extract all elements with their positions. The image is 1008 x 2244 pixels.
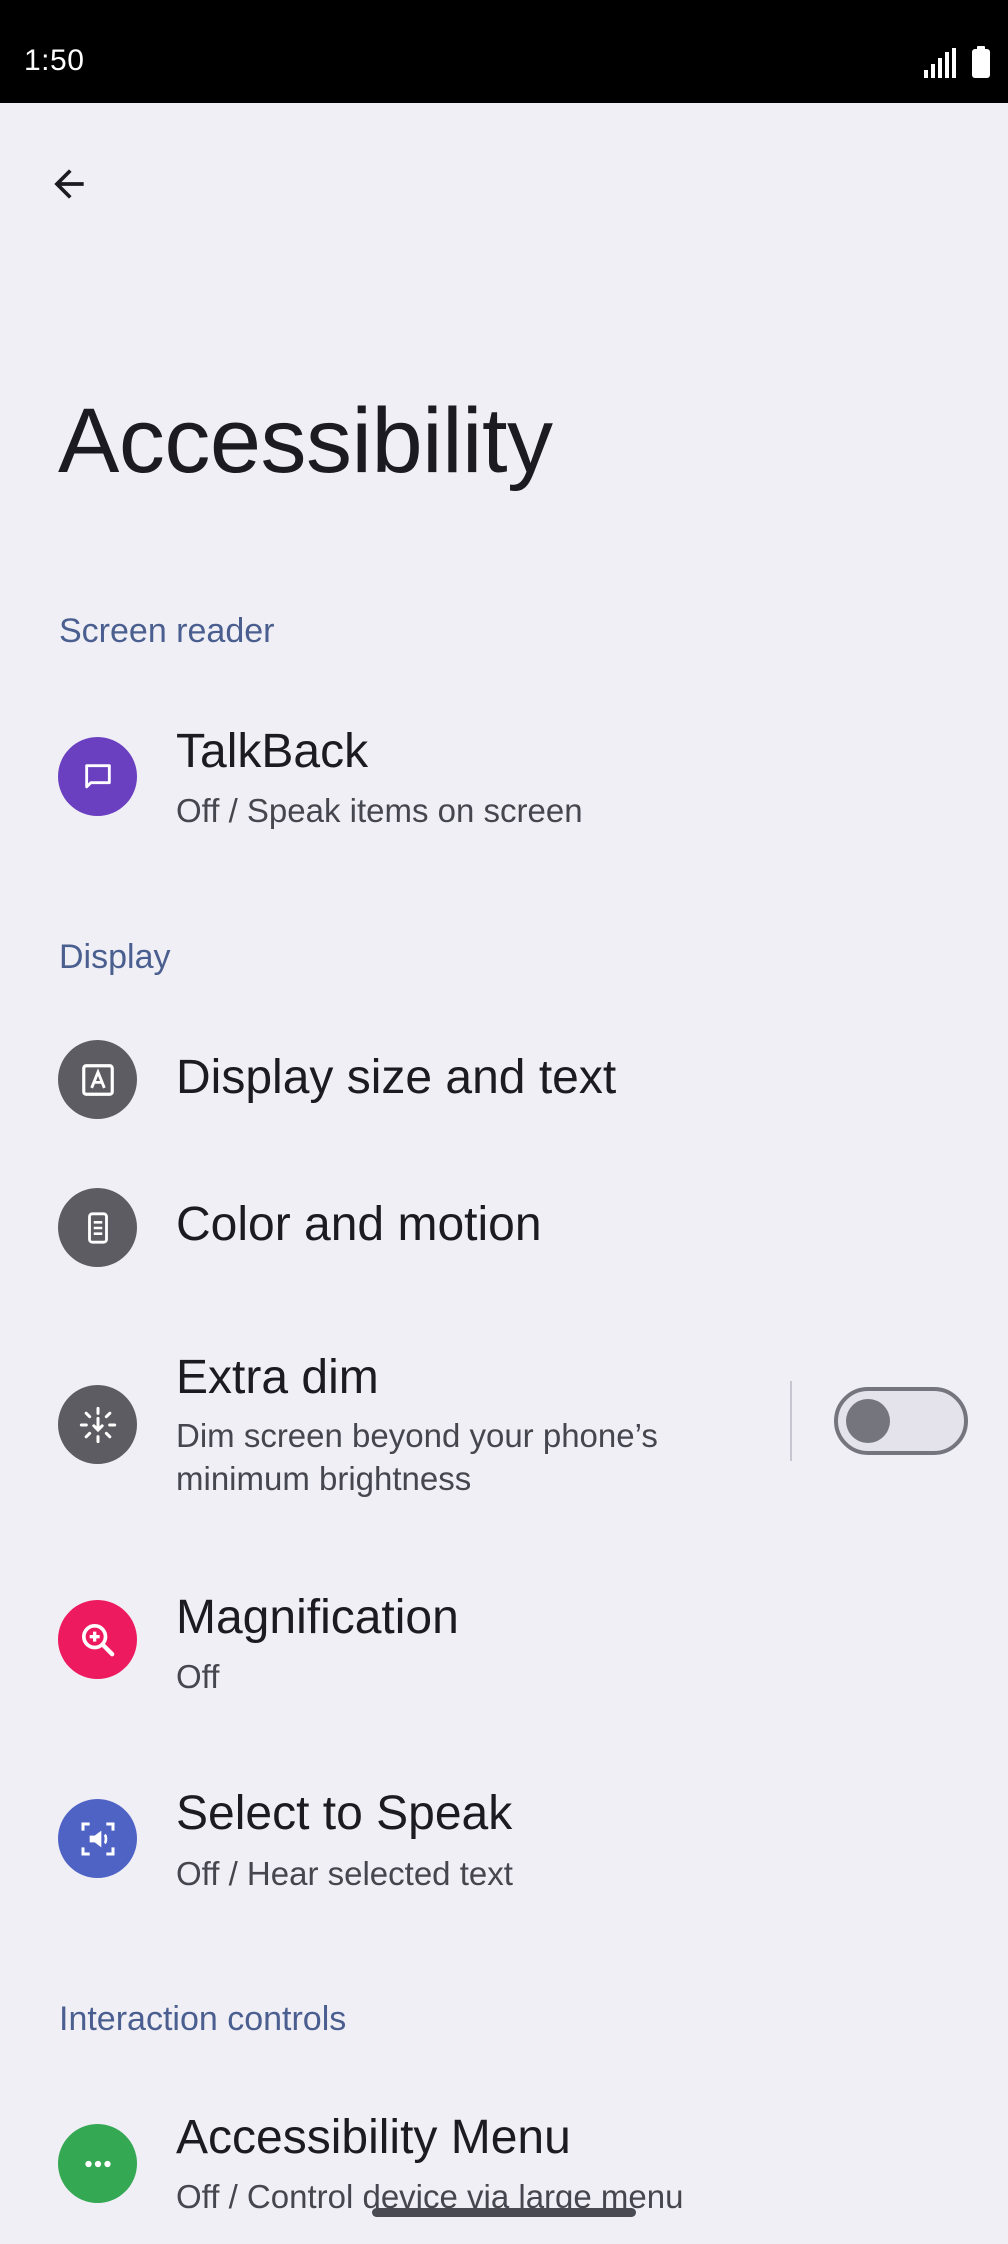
magnification-subtitle: Off (176, 1658, 220, 1695)
color-motion-title: Color and motion (176, 1198, 542, 1251)
speaker-select-icon (58, 1799, 137, 1878)
select-to-speak-title: Select to Speak (176, 1787, 513, 1840)
talkback-title: TalkBack (176, 725, 369, 778)
accessibility-menu-title: Accessibility Menu (176, 2111, 571, 2164)
extra-dim-subtitle-line2: minimum brightness (176, 1460, 472, 1497)
more-dots-icon (58, 2124, 137, 2203)
status-icons (924, 46, 990, 83)
chat-bubble-icon (58, 737, 137, 816)
section-header-interaction-controls: Interaction controls (59, 2000, 347, 2038)
status-bar: 1:50 (0, 0, 1008, 103)
list-item-talkback[interactable]: TalkBack Off / Speak items on screen (0, 700, 1008, 850)
status-time: 1:50 (24, 44, 85, 77)
toggle-thumb (846, 1399, 890, 1443)
back-button[interactable] (30, 147, 108, 225)
list-item-select-to-speak[interactable]: Select to Speak Off / Hear selected text (0, 1770, 1008, 1920)
brightness-down-icon (58, 1385, 137, 1464)
talkback-subtitle: Off / Speak items on screen (176, 792, 583, 829)
select-to-speak-subtitle: Off / Hear selected text (176, 1855, 513, 1892)
list-item-magnification[interactable]: Magnification Off (0, 1570, 1008, 1720)
list-item-display-size[interactable]: Display size and text (0, 1020, 1008, 1140)
extra-dim-title: Extra dim (176, 1351, 379, 1404)
text-format-icon (58, 1040, 137, 1119)
page-title: Accessibility (58, 390, 553, 492)
section-header-display: Display (59, 938, 171, 976)
divider (790, 1381, 792, 1461)
list-item-color-motion[interactable]: Color and motion (0, 1170, 1008, 1290)
extra-dim-subtitle-line1: Dim screen beyond your phone’s (176, 1417, 658, 1454)
magnification-title: Magnification (176, 1591, 459, 1644)
list-item-accessibility-menu[interactable]: Accessibility Menu Off / Control device … (0, 2090, 1008, 2244)
arrow-back-icon (47, 162, 91, 211)
battery-icon (972, 46, 990, 83)
zoom-in-icon (58, 1600, 137, 1679)
gesture-nav-handle[interactable] (372, 2208, 636, 2217)
section-header-screen-reader: Screen reader (59, 612, 275, 650)
signal-icon (924, 48, 956, 83)
display-size-title: Display size and text (176, 1051, 617, 1104)
extra-dim-toggle[interactable] (834, 1387, 968, 1455)
phone-display-icon (58, 1188, 137, 1267)
